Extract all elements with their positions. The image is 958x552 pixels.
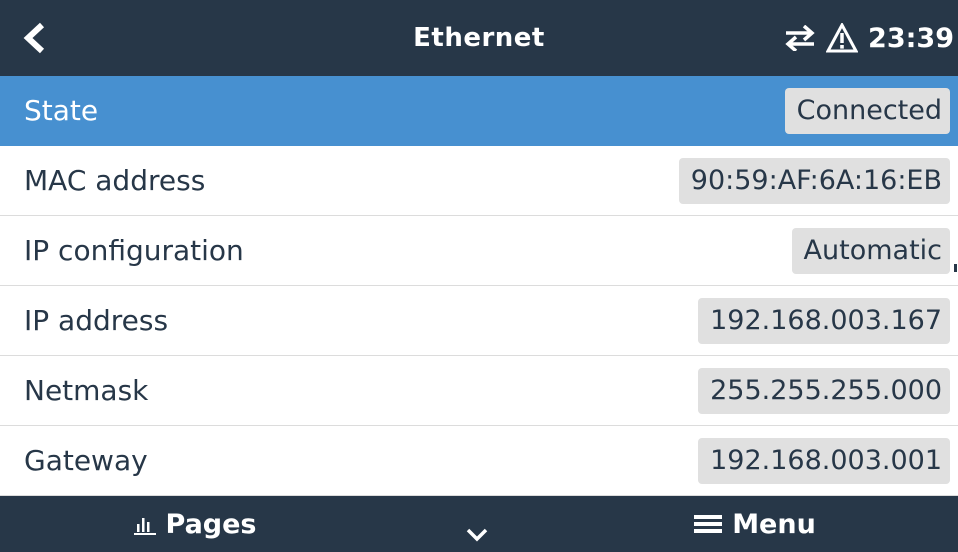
clock: 23:39	[868, 22, 954, 54]
row-gateway[interactable]: Gateway 192.168.003.001	[0, 426, 958, 496]
bar-chart-icon	[133, 518, 156, 535]
row-value: 192.168.003.001	[698, 438, 950, 484]
row-label: State	[24, 94, 99, 127]
pages-label: Pages	[165, 508, 257, 540]
pages-button[interactable]: Pages	[0, 496, 390, 552]
row-state[interactable]: State Connected	[0, 76, 958, 146]
transfer-arrows-icon	[785, 25, 815, 51]
hamburger-menu-icon	[694, 515, 723, 533]
row-label: IP configuration	[24, 234, 244, 267]
row-label: IP address	[24, 304, 169, 337]
row-label: Gateway	[24, 444, 148, 477]
edit-indicator	[954, 264, 957, 272]
menu-button[interactable]: Menu	[640, 496, 870, 552]
row-label: Netmask	[24, 374, 149, 407]
header-bar: Ethernet 23:39	[0, 0, 958, 76]
row-mac-address[interactable]: MAC address 90:59:AF:6A:16:EB	[0, 146, 958, 216]
row-value: 192.168.003.167	[698, 298, 950, 344]
row-ip-configuration[interactable]: IP configuration Automatic	[0, 216, 958, 286]
chevron-down-icon	[466, 528, 488, 542]
row-label: MAC address	[24, 164, 206, 197]
row-netmask[interactable]: Netmask 255.255.255.000	[0, 356, 958, 426]
status-area: 23:39	[784, 0, 954, 76]
footer-bar: Pages Menu	[0, 496, 958, 552]
menu-label: Menu	[732, 508, 816, 540]
warning-icon	[826, 23, 859, 53]
row-value: Connected	[784, 88, 950, 134]
row-value: 90:59:AF:6A:16:EB	[678, 158, 950, 204]
row-ip-address[interactable]: IP address 192.168.003.167	[0, 286, 958, 356]
row-value: 255.255.255.000	[698, 368, 950, 414]
row-value: Automatic	[791, 228, 950, 274]
settings-list: State Connected MAC address 90:59:AF:6A:…	[0, 76, 958, 496]
scroll-down-button[interactable]	[460, 524, 494, 546]
